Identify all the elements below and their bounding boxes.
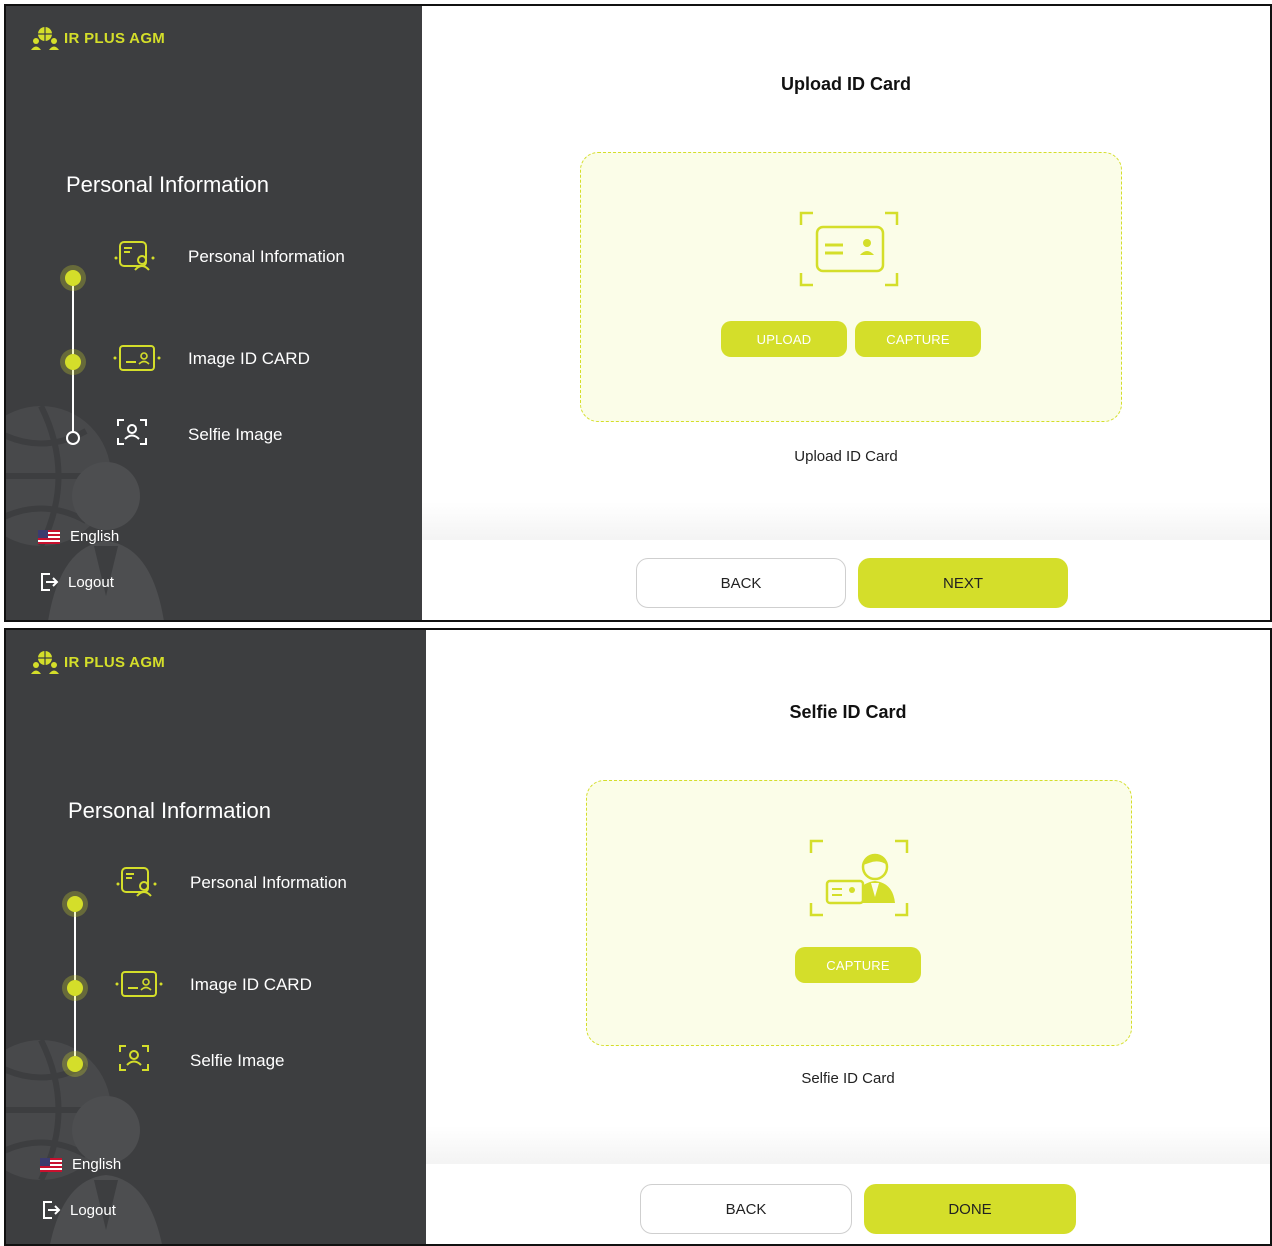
step-label-personal-information[interactable]: Personal Information: [190, 870, 350, 896]
logout-icon: [41, 573, 59, 591]
face-scan-icon: [117, 419, 147, 445]
upload-button[interactable]: UPLOAD: [721, 321, 847, 357]
back-button[interactable]: BACK: [640, 1184, 852, 1234]
step-dot-image-id-card: [67, 980, 83, 996]
logout-label: Logout: [70, 1201, 116, 1219]
step-dot-selfie-image: [66, 431, 80, 445]
language-selector[interactable]: English: [38, 528, 119, 545]
face-scan-icon: [119, 1045, 149, 1071]
sidebar-title: Personal Information: [68, 798, 271, 823]
logout-button[interactable]: Logout: [38, 571, 114, 593]
footer-bar: BACK DONE: [426, 1164, 1270, 1244]
sidebar: IR PLUS AGM Personal Information Persona…: [6, 6, 422, 620]
id-card-frame-icon: [799, 211, 899, 287]
page-title: Upload ID Card: [780, 74, 911, 94]
footer-bar: BACK NEXT: [422, 540, 1270, 620]
step-dot-personal-information: [67, 896, 83, 912]
screen-selfie-id: IR PLUS AGM Personal Information Persona…: [4, 628, 1272, 1246]
page-title: Selfie ID Card: [789, 702, 907, 722]
back-button[interactable]: BACK: [636, 558, 846, 608]
logout-button[interactable]: Logout: [40, 1199, 116, 1221]
logout-icon: [43, 1201, 61, 1219]
us-flag-icon: [38, 529, 60, 544]
step-label-personal-information[interactable]: Personal Information: [188, 244, 348, 270]
selfie-with-id-icon: [809, 839, 909, 917]
capture-button[interactable]: CAPTURE: [795, 947, 921, 983]
step-dot-selfie-image: [67, 1056, 83, 1072]
capture-button[interactable]: CAPTURE: [855, 321, 981, 357]
done-button[interactable]: DONE: [864, 1184, 1076, 1234]
language-selector[interactable]: English: [40, 1156, 121, 1173]
main-content: Selfie ID Card CAPTURE Selfie ID Card BA…: [426, 630, 1270, 1244]
sidebar-title: Personal Information: [66, 172, 269, 197]
brand-logo[interactable]: IR PLUS AGM: [30, 26, 165, 50]
step-dot-personal-information: [65, 270, 81, 286]
next-button[interactable]: NEXT: [858, 558, 1068, 608]
brand-name: IR PLUS AGM: [64, 29, 166, 47]
main-content: Upload ID Card UPLOAD CAPTURE Upload ID …: [422, 6, 1270, 620]
step-dot-image-id-card: [65, 354, 81, 370]
user-card-icon: [116, 867, 157, 897]
language-label: English: [72, 1156, 122, 1173]
us-flag-icon: [40, 1157, 62, 1172]
upload-dropzone[interactable]: UPLOAD CAPTURE: [580, 152, 1122, 422]
brand-logo[interactable]: IR PLUS AGM: [30, 650, 165, 674]
step-label-selfie-image[interactable]: Selfie Image: [188, 422, 348, 448]
selfie-caption: Selfie ID Card: [801, 1070, 895, 1087]
language-label: English: [70, 528, 120, 545]
sidebar: IR PLUS AGM Personal Information Persona…: [6, 630, 426, 1244]
people-globe-logo-icon: [31, 27, 59, 50]
selfie-capture-area[interactable]: CAPTURE: [586, 780, 1132, 1046]
step-label-selfie-image[interactable]: Selfie Image: [190, 1048, 350, 1074]
brand-name: IR PLUS AGM: [64, 653, 166, 671]
screen-upload-id: IR PLUS AGM Personal Information Persona…: [4, 4, 1272, 622]
id-card-icon: [113, 345, 161, 371]
logout-label: Logout: [68, 573, 114, 591]
footer-shadow: [422, 502, 1270, 542]
step-label-image-id-card[interactable]: Image ID CARD: [190, 972, 350, 998]
upload-caption: Upload ID Card: [794, 448, 898, 465]
id-card-icon: [115, 971, 163, 997]
people-globe-logo-icon: [31, 651, 59, 674]
footer-shadow: [426, 1126, 1270, 1166]
step-label-image-id-card[interactable]: Image ID CARD: [188, 346, 348, 372]
user-card-icon: [114, 241, 155, 271]
